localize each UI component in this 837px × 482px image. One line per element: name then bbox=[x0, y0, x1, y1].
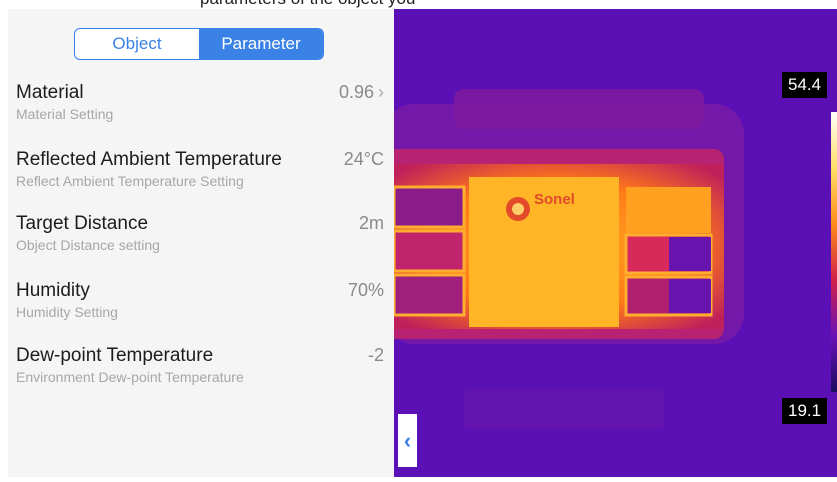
setting-value: -2 bbox=[367, 345, 384, 365]
thermal-image: Sonel bbox=[384, 9, 837, 477]
collapse-panel-button[interactable]: ‹ bbox=[398, 414, 417, 467]
setting-subtitle: Reflect Ambient Temperature Setting bbox=[16, 173, 244, 189]
left-edge bbox=[0, 0, 8, 477]
temperature-scale-bar bbox=[831, 112, 837, 392]
header-partial-text: parameters of the object you bbox=[200, 0, 415, 9]
min-temp-label: 19.1 bbox=[782, 398, 828, 424]
setting-value: 0.96 › bbox=[339, 82, 384, 103]
segmented-control: Object Parameter bbox=[74, 28, 324, 60]
setting-subtitle: Object Distance setting bbox=[16, 237, 160, 253]
setting-title: Target Distance bbox=[16, 213, 149, 234]
chevron-right-icon: › bbox=[378, 82, 384, 102]
setting-value: 70% bbox=[347, 280, 384, 300]
setting-title: Material bbox=[16, 82, 84, 103]
tab-parameter[interactable]: Parameter bbox=[199, 29, 323, 59]
setting-value: 2m bbox=[358, 213, 384, 233]
tab-object[interactable]: Object bbox=[75, 29, 199, 59]
setting-subtitle: Environment Dew-point Temperature bbox=[16, 369, 244, 385]
material-value: 0.96 bbox=[338, 82, 374, 102]
setting-title: Reflected Ambient Temperature bbox=[16, 149, 282, 170]
setting-subtitle: Material Setting bbox=[16, 106, 114, 122]
setting-subtitle: Humidity Setting bbox=[16, 304, 118, 320]
thermal-scene bbox=[384, 9, 837, 477]
chevron-left-icon: ‹ bbox=[403, 427, 412, 453]
max-temp-label: 54.4 bbox=[782, 72, 828, 98]
settings-panel: Object Parameter Material Material Setti… bbox=[8, 9, 394, 477]
thermal-logo-text: Sonel bbox=[534, 191, 575, 208]
setting-value: 24°C bbox=[343, 149, 384, 169]
top-strip: parameters of the object you bbox=[0, 0, 837, 9]
setting-title: Dew-point Temperature bbox=[16, 345, 214, 366]
setting-title: Humidity bbox=[16, 280, 90, 301]
